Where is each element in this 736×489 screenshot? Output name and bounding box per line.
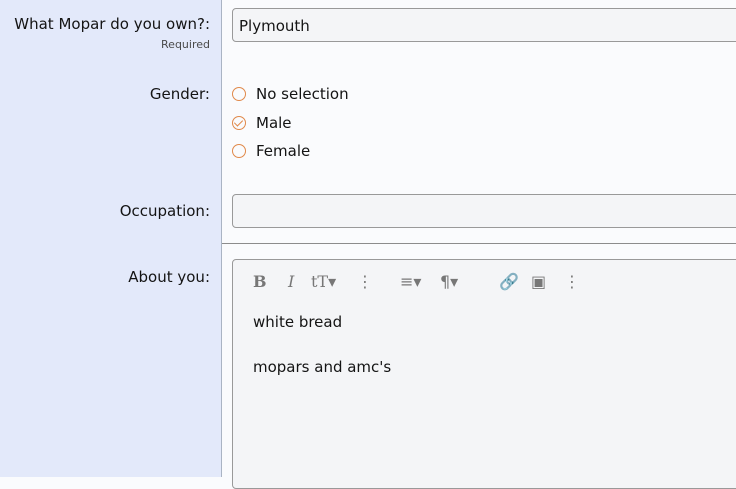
gender-option-label: Female	[256, 142, 311, 160]
editor-paragraph: mopars and amc's	[253, 358, 392, 376]
about-label: About you:	[128, 268, 210, 286]
occupation-label: Occupation:	[119, 202, 210, 220]
bold-icon[interactable]: B	[253, 272, 267, 291]
text-size-icon[interactable]: tT▾	[311, 272, 336, 291]
gender-option-label: Male	[256, 114, 292, 132]
align-icon[interactable]: ≡▾	[400, 272, 421, 291]
radio-unchecked-icon	[232, 144, 246, 158]
mopar-input[interactable]: Plymouth	[232, 8, 736, 42]
mopar-input-value: Plymouth	[239, 17, 310, 35]
radio-unchecked-icon	[232, 87, 246, 101]
editor-paragraph: white bread	[253, 313, 343, 331]
about-editor[interactable]: B I tT▾ ⋮ ≡▾ ¶▾ 🔗 ▣ ⋮ white bread mopars…	[232, 259, 736, 489]
link-icon[interactable]: 🔗	[499, 272, 519, 291]
mopar-label: What Mopar do you own?:	[14, 15, 210, 33]
gender-label: Gender:	[149, 85, 210, 103]
italic-icon[interactable]: I	[288, 272, 294, 291]
gender-option-label: No selection	[256, 85, 349, 103]
image-icon[interactable]: ▣	[531, 272, 546, 291]
paragraph-icon[interactable]: ¶▾	[440, 272, 458, 291]
more-options-icon[interactable]: ⋮	[564, 272, 580, 291]
radio-checked-icon	[232, 116, 246, 130]
more-options-icon[interactable]: ⋮	[357, 272, 373, 291]
label-column	[0, 0, 222, 477]
required-hint: Required	[161, 38, 210, 51]
section-divider	[222, 243, 736, 244]
occupation-input[interactable]	[232, 194, 736, 228]
